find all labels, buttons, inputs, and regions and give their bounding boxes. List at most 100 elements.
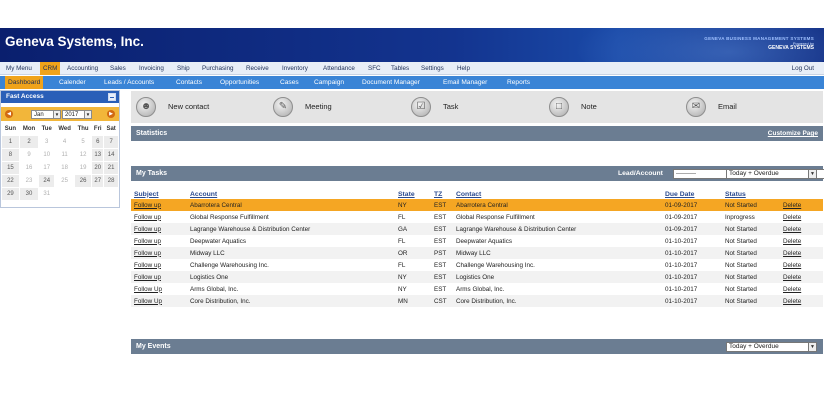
delete-link[interactable]: Delete: [780, 283, 823, 295]
subject-link[interactable]: Follow up: [131, 235, 187, 247]
calendar-day[interactable]: 22: [1, 173, 20, 188]
calendar-day[interactable]: 8: [1, 147, 20, 162]
calendar-day[interactable]: 27: [91, 173, 105, 188]
table-row[interactable]: Follow up Challenge Warehousing Inc. FL …: [131, 259, 823, 271]
tab-campaign[interactable]: Campaign: [311, 76, 347, 89]
menu-ship[interactable]: Ship: [174, 62, 193, 75]
subject-link[interactable]: Follow up: [131, 271, 187, 283]
subject-link[interactable]: Follow Up: [131, 295, 187, 307]
subject-link[interactable]: Follow up: [131, 259, 187, 271]
events-view-value: Today + Overdue: [729, 343, 779, 350]
calendar-day[interactable]: 28: [103, 173, 119, 188]
tasks-view-select[interactable]: Today + Overdue ▼: [726, 169, 817, 179]
delete-link[interactable]: Delete: [780, 259, 823, 271]
subject-link[interactable]: Follow up: [131, 223, 187, 235]
menu-tables[interactable]: Tables: [388, 62, 412, 75]
year-select[interactable]: 2017 ▼: [62, 110, 92, 119]
tab-document-manager[interactable]: Document Manager: [359, 76, 423, 89]
subject-link[interactable]: Follow up: [131, 247, 187, 259]
calendar-day[interactable]: 14: [103, 147, 119, 162]
table-row[interactable]: Follow up Midway LLC OR PST Midway LLC 0…: [131, 247, 823, 259]
calendar-day[interactable]: 13: [91, 147, 105, 162]
calendar-day[interactable]: 17: [38, 160, 56, 175]
calendar-nav: ◀ Jan ▼ 2017 ▼ ▶: [1, 107, 119, 121]
menu-settings[interactable]: Settings: [418, 62, 447, 75]
calendar-day[interactable]: 9: [18, 147, 40, 162]
customize-page-link[interactable]: Customize Page: [768, 126, 818, 141]
tab-reports[interactable]: Reports: [504, 76, 533, 89]
tab-dashboard[interactable]: Dashboard: [5, 76, 44, 89]
calendar-day[interactable]: 20: [91, 160, 105, 175]
menu-sfc[interactable]: SFC: [365, 62, 384, 75]
delete-link[interactable]: Delete: [780, 223, 823, 235]
col-status[interactable]: Status: [722, 189, 780, 199]
calendar-day[interactable]: 15: [1, 160, 20, 175]
col-subject[interactable]: Subject: [131, 189, 187, 199]
subject-link[interactable]: Follow up: [131, 211, 187, 223]
col-due-date[interactable]: Due Date: [662, 189, 722, 199]
menu-invoicing[interactable]: Invoicing: [136, 62, 167, 75]
menu-attendance[interactable]: Attendance: [320, 62, 358, 75]
delete-link[interactable]: Delete: [780, 211, 823, 223]
menu-receive[interactable]: Receive: [243, 62, 272, 75]
menu-help[interactable]: Help: [454, 62, 473, 75]
calendar-day[interactable]: 2: [18, 134, 40, 149]
table-row[interactable]: Follow up Deepwater Aquatics FL EST Deep…: [131, 235, 823, 247]
menu-sales[interactable]: Sales: [107, 62, 129, 75]
collapse-icon[interactable]: [108, 93, 116, 101]
tab-opportunities[interactable]: Opportunities: [217, 76, 262, 89]
menu-inventory[interactable]: Inventory: [279, 62, 311, 75]
calendar-day[interactable]: 1: [1, 134, 20, 149]
menu-accounting[interactable]: Accounting: [64, 62, 101, 75]
subject-link[interactable]: Follow Up: [131, 283, 187, 295]
calendar-day[interactable]: 18: [54, 160, 75, 175]
delete-link[interactable]: Delete: [780, 199, 823, 211]
calendar-day[interactable]: 26: [73, 173, 93, 188]
calendar-day[interactable]: 3: [38, 134, 56, 149]
tab-leads-accounts[interactable]: Leads / Accounts: [101, 76, 157, 89]
tab-calender[interactable]: Calender: [56, 76, 89, 89]
menu-crm[interactable]: CRM: [40, 62, 61, 75]
col-state[interactable]: State: [395, 189, 431, 199]
menu-purchasing[interactable]: Purchasing: [199, 62, 237, 75]
delete-link[interactable]: Delete: [780, 295, 823, 307]
table-row[interactable]: Follow up Lagrange Warehouse & Distribut…: [131, 223, 823, 235]
col-account[interactable]: Account: [187, 189, 395, 199]
month-select[interactable]: Jan ▼: [31, 110, 61, 119]
calendar-day[interactable]: 6: [91, 134, 105, 149]
delete-link[interactable]: Delete: [780, 235, 823, 247]
calendar-day[interactable]: 25: [54, 173, 75, 188]
calendar-day[interactable]: 11: [54, 147, 75, 162]
logout-link[interactable]: Log Out: [792, 62, 814, 75]
table-row[interactable]: Follow up Logistics One NY EST Logistics…: [131, 271, 823, 283]
table-row[interactable]: Follow up Global Response Fulfillment FL…: [131, 211, 823, 223]
calendar-day[interactable]: 31: [38, 186, 56, 201]
calendar-day[interactable]: 16: [18, 160, 40, 175]
calendar-day[interactable]: 5: [73, 134, 93, 149]
next-month-icon[interactable]: ▶: [107, 110, 115, 118]
calendar-day[interactable]: 23: [18, 173, 40, 188]
calendar-day[interactable]: 7: [103, 134, 119, 149]
calendar-day[interactable]: 21: [103, 160, 119, 175]
col-tz[interactable]: TZ: [431, 189, 453, 199]
table-row[interactable]: Follow up Abarrotera Central NY EST Abar…: [131, 199, 823, 211]
table-row[interactable]: Follow Up Core Distribution, Inc. MN CST…: [131, 295, 823, 307]
subject-link[interactable]: Follow up: [131, 199, 187, 211]
col-contact[interactable]: Contact: [453, 189, 662, 199]
calendar-day[interactable]: 12: [73, 147, 93, 162]
delete-link[interactable]: Delete: [780, 271, 823, 283]
calendar-day[interactable]: 29: [1, 186, 20, 201]
calendar-day[interactable]: 30: [18, 186, 40, 201]
tab-email-manager[interactable]: Email Manager: [440, 76, 490, 89]
prev-month-icon[interactable]: ◀: [5, 110, 13, 118]
table-row[interactable]: Follow Up Arms Global, Inc. NY EST Arms …: [131, 283, 823, 295]
tab-cases[interactable]: Cases: [277, 76, 302, 89]
tab-contacts[interactable]: Contacts: [173, 76, 205, 89]
delete-link[interactable]: Delete: [780, 247, 823, 259]
calendar-day[interactable]: 19: [73, 160, 93, 175]
menu-my-menu[interactable]: My Menu: [3, 62, 35, 75]
calendar-day[interactable]: 4: [54, 134, 75, 149]
calendar-day[interactable]: 10: [38, 147, 56, 162]
calendar-day[interactable]: 24: [38, 173, 56, 188]
events-view-select[interactable]: Today + Overdue ▼: [726, 342, 817, 352]
